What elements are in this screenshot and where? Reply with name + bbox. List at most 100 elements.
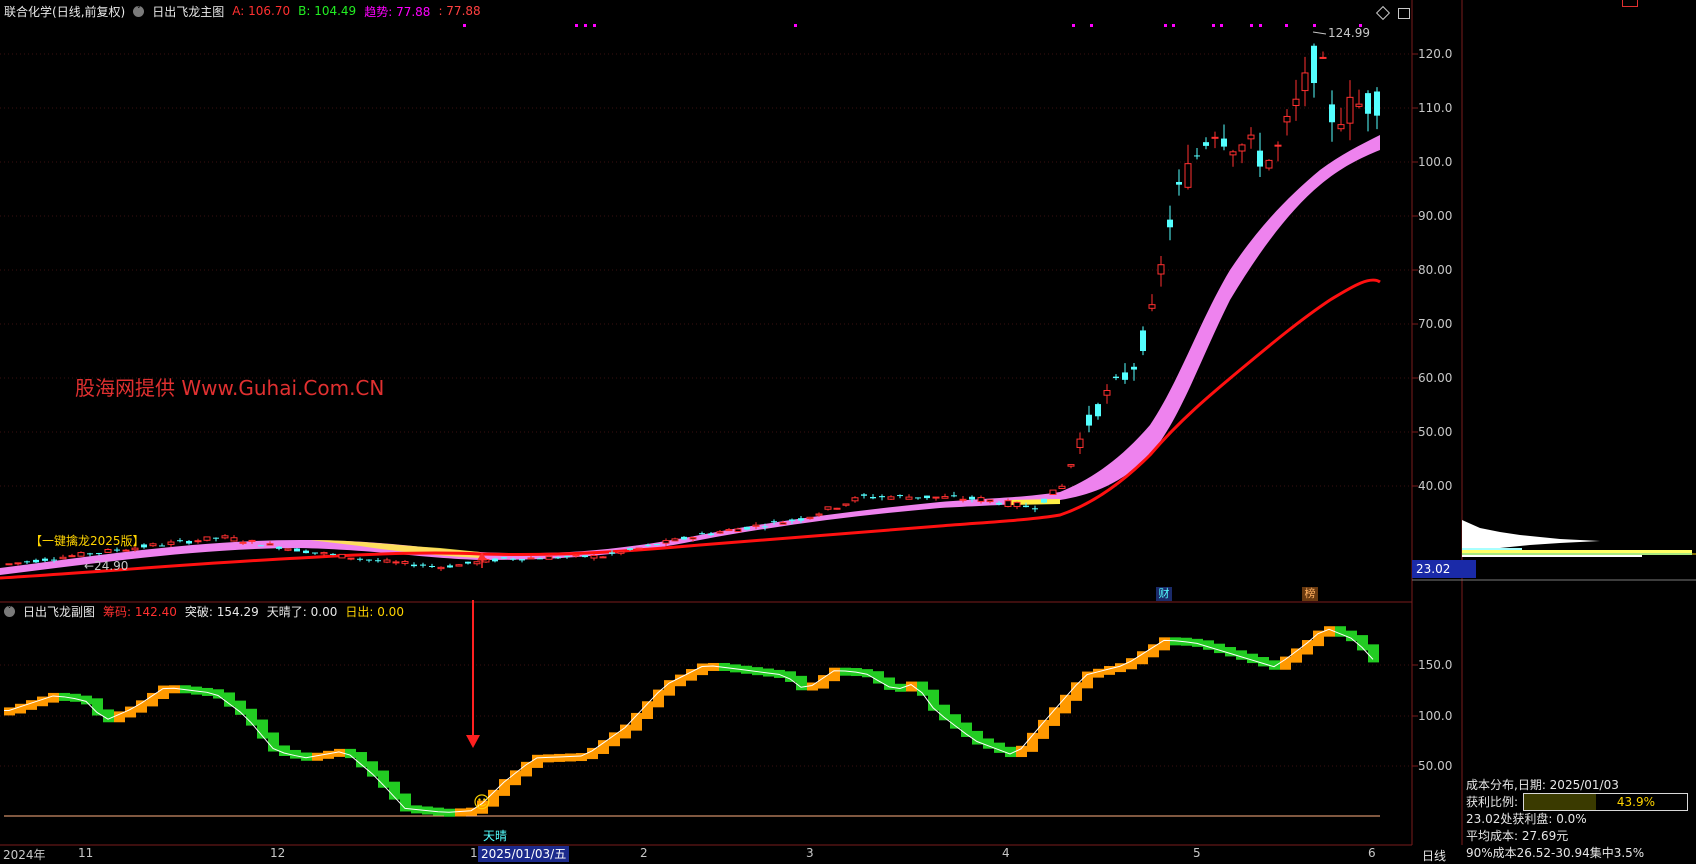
sub-indicator-menu-icon[interactable]: ˅ [4,605,15,617]
sub-block [125,706,136,718]
sub-block [675,674,686,687]
candle-body [1167,219,1173,228]
x-tick: 12 [270,846,286,860]
profit-ratio-fill [1524,794,1596,810]
candle-body [149,543,157,547]
candle-body [771,521,777,523]
candle-body [447,565,453,568]
candle-body [104,548,112,553]
sub-block [1159,637,1170,651]
sub-chart-line [4,628,1374,813]
y-tick: 50.00 [1418,425,1453,439]
y-tick: 80.00 [1418,263,1453,277]
y-tick: 120.0 [1418,47,1453,61]
candle-body [1058,485,1066,489]
candle-body [870,497,876,499]
sub-block [444,808,455,817]
candle-body [1355,103,1363,107]
sub-block [345,748,356,759]
candle-body [1319,56,1327,59]
profit-ratio-label: 获利比例: [1466,795,1519,809]
high-annotation: 124.99 [1328,26,1370,40]
candle-body [1013,501,1021,508]
candle-body [239,541,247,544]
finance-tag[interactable]: 财 [1156,587,1172,601]
sub-block [1280,656,1291,670]
candle-body [635,547,643,550]
chip-value-label: 筹码: 142.40 [103,604,177,619]
signal-dot [1313,24,1316,27]
candle-body [213,537,219,539]
candle-body [465,561,471,564]
candle-body [303,550,309,554]
candle-body [1086,414,1092,426]
x-tick: 1 [470,846,478,860]
sub-block [554,753,565,762]
candle-body [779,522,787,525]
candle-body [1184,163,1192,188]
candle-body [905,496,913,500]
sub-block [884,677,895,690]
candle-body [932,496,940,499]
candle-body [1140,330,1146,352]
candle-body [1032,508,1038,510]
candle-body [401,561,409,564]
x-tick: 6 [1368,846,1376,860]
sub-chart-blocks [4,626,1379,817]
candle-body [492,558,498,562]
period-button[interactable]: 日线 [1422,847,1446,864]
sub-block [1148,644,1159,658]
candle-body [879,496,885,498]
candle-body [87,553,93,555]
sub-block [906,681,917,692]
x-tick: 3 [806,846,814,860]
candlestick-series [5,43,1380,572]
pink-ribbon [0,135,1380,575]
sunny-value-label: 天晴了: 0.00 [266,604,338,619]
candle-body [77,552,85,557]
sub-indicator-name[interactable]: 日出飞龙副图 [23,603,95,620]
candle-body [915,497,921,499]
signal-dot [584,24,587,27]
candle-body [1311,45,1317,84]
profit-ratio-value: 43.9% [1616,795,1655,809]
candle-body [789,519,795,521]
candle-body [609,552,615,554]
candle-body [590,554,598,559]
candle-body [42,558,48,561]
candle-body [1211,136,1219,139]
signal-dot [593,24,596,27]
candle-body [1041,498,1047,503]
sub-block [455,808,466,817]
candle-body [1131,366,1137,370]
rank-tag[interactable]: 榜 [1302,587,1318,601]
signal-dot [1285,24,1288,27]
y-tick: 60.00 [1418,371,1453,385]
cost-distribution-profile [1462,520,1696,557]
y-tick: 150.0 [1418,658,1453,672]
sub-block [565,753,576,762]
candle-body [221,535,229,539]
candle-body [986,499,994,503]
candle-body [1122,372,1128,380]
red-ma-line [0,278,1381,580]
x-tick: 5 [1193,846,1201,860]
candle-body [338,553,346,559]
sub-block [1104,666,1115,675]
candle-body [1004,500,1012,508]
candle-body [1229,151,1237,156]
candle-body [455,564,463,567]
sub-block [48,692,59,703]
candle-body [357,558,363,560]
x-tick: 11 [78,846,94,860]
sunny-label: 天晴 [483,829,508,843]
candle-body [798,518,804,521]
signal-arrow-icon [466,600,480,748]
top-signal-dots [463,24,1362,27]
candle-body [1365,93,1371,114]
candle-body [51,559,57,561]
sub-block [796,675,807,691]
candle-body [230,537,238,542]
candle-body [689,536,697,540]
x-tick: 4 [1002,846,1010,860]
